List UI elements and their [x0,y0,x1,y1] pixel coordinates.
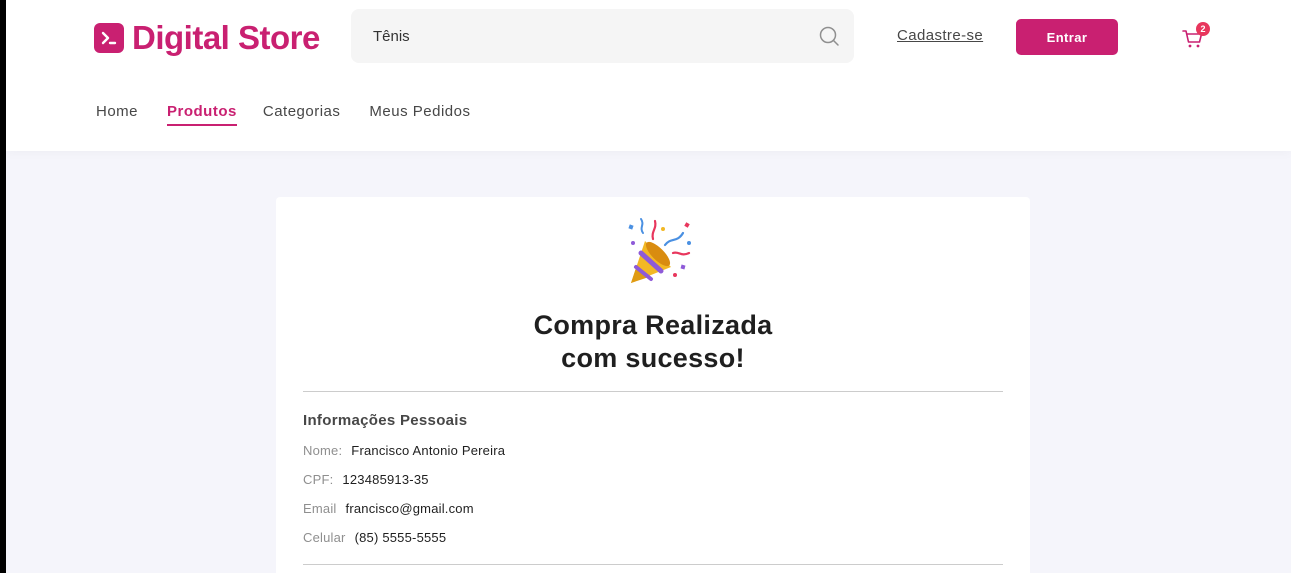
info-label: CPF: [303,472,334,487]
divider [303,391,1003,392]
confirmation-title: Compra Realizada com sucesso! [276,309,1030,375]
info-row-email: Email francisco@gmail.com [303,501,474,516]
order-confirmation-card: Compra Realizada com sucesso! Informaçõe… [276,197,1030,573]
main-nav: Home Produtos Categorias Meus Pedidos [96,103,470,127]
terminal-icon [94,23,124,53]
search-bar [351,9,854,63]
signup-link[interactable]: Cadastre-se [897,27,983,44]
info-row-phone: Celular (85) 5555-5555 [303,530,446,545]
info-row-cpf: CPF: 123485913-35 [303,472,429,487]
info-label: Email [303,501,337,516]
title-line-2: com sucesso! [561,343,745,373]
search-icon[interactable] [818,25,840,47]
info-label: Celular [303,530,346,545]
login-button[interactable]: Entrar [1016,19,1118,55]
title-line-1: Compra Realizada [533,310,773,340]
info-label: Nome: [303,443,343,458]
info-value: francisco@gmail.com [345,501,474,516]
logo[interactable]: Digital Store [94,18,320,58]
info-value: Francisco Antonio Pereira [351,443,506,458]
logo-text: Digital Store [132,19,320,56]
info-value: 123485913-35 [342,472,429,487]
divider [303,564,1003,565]
nav-item-meus-pedidos[interactable]: Meus Pedidos [369,103,470,127]
info-row-name: Nome: Francisco Antonio Pereira [303,443,505,458]
nav-item-produtos[interactable]: Produtos [167,103,237,127]
cart-count-badge: 2 [1196,22,1210,36]
nav-item-home[interactable]: Home [96,103,138,127]
party-popper-icon [623,217,695,289]
info-value: (85) 5555-5555 [354,530,447,545]
search-input[interactable] [373,27,818,45]
site-header: Digital Store Cadastre-se Entrar 2 Home … [6,0,1291,151]
personal-info-heading: Informações Pessoais [303,412,468,429]
nav-item-categorias[interactable]: Categorias [263,103,341,127]
